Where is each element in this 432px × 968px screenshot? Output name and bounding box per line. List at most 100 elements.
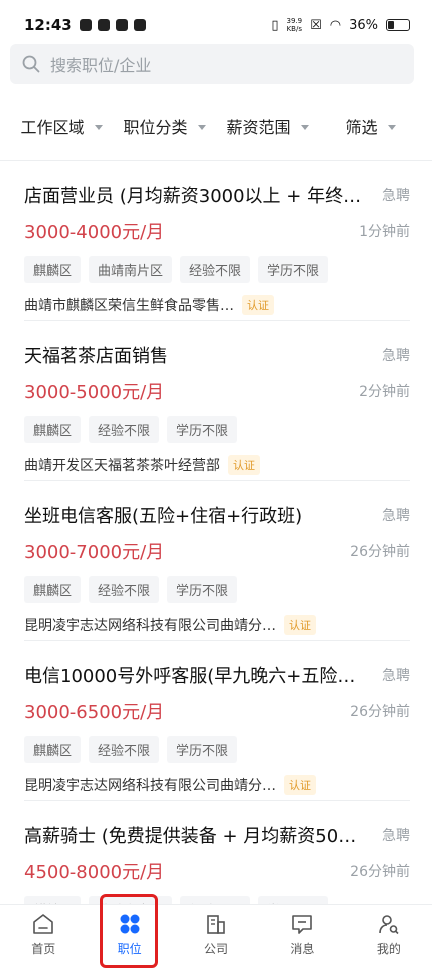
battery-percent: 36% xyxy=(349,17,378,33)
filter-category[interactable]: 职位分类 xyxy=(113,114,216,138)
job-title: 店面营业员 (月均薪资3000以上 + 年终… xyxy=(24,186,362,207)
tag: 学历不限 xyxy=(167,736,238,763)
filter-label: 工作区域 xyxy=(20,118,85,137)
net-speed-unit: KB/s xyxy=(286,25,302,33)
caret-down-icon xyxy=(94,124,103,130)
tab-label: 职位 xyxy=(117,942,142,956)
grid-icon xyxy=(120,914,140,934)
tag: 麒麟区 xyxy=(24,256,82,283)
net-speed: 39.9 KB/s xyxy=(287,17,303,33)
sim-icon: ☒ xyxy=(310,17,322,33)
salary: 3000-5000元/月 xyxy=(24,382,165,403)
caret-down-icon xyxy=(300,124,309,130)
cert-badge: 认证 xyxy=(284,775,316,795)
tag: 麒麟区 xyxy=(24,736,82,763)
mail-icon xyxy=(133,19,146,31)
job-title: 天福茗茶店面销售 xyxy=(24,346,168,367)
post-time: 26分钟前 xyxy=(350,704,410,720)
cert-badge: 认证 xyxy=(284,615,316,635)
urgent-label: 急聘 xyxy=(382,508,410,524)
tab-profile[interactable]: 我的 xyxy=(346,905,432,964)
post-time: 26分钟前 xyxy=(350,544,410,560)
filter-more[interactable]: 筛选 xyxy=(319,114,422,138)
salary: 3000-4000元/月 xyxy=(24,222,165,243)
cert-badge: 认证 xyxy=(242,295,274,315)
caret-down-icon xyxy=(197,124,206,130)
cert-badge: 认证 xyxy=(228,455,260,475)
status-app-icons xyxy=(79,19,146,31)
tab-label: 我的 xyxy=(376,942,401,956)
tag: 经验不限 xyxy=(180,256,251,283)
tab-label: 消息 xyxy=(290,942,315,956)
salary: 4500-8000元/月 xyxy=(24,862,165,883)
tab-jobs[interactable]: 职位 xyxy=(86,905,172,964)
tag: 曲靖南片区 xyxy=(89,256,173,283)
home-icon xyxy=(33,914,54,934)
status-right: ▯ 39.9 KB/s ☒ ◠ 36% xyxy=(271,17,410,33)
tag: 学历不限 xyxy=(258,256,329,283)
salary: 3000-7000元/月 xyxy=(24,542,165,563)
tag: 学历不限 xyxy=(167,576,238,603)
salary: 3000-6500元/月 xyxy=(24,702,165,723)
message-icon xyxy=(292,915,313,934)
tag: 麒麟区 xyxy=(24,576,82,603)
battery-icon xyxy=(386,19,410,31)
tag-list: 麒麟区 曲靖南片区 经验不限 学历不限 xyxy=(24,256,410,283)
job-card[interactable]: 店面营业员 (月均薪资3000以上 + 年终… 急聘 3000-4000元/月 1分… xyxy=(24,161,410,321)
tab-home[interactable]: 首页 xyxy=(0,905,86,964)
company-name: 昆明凌宇志达网络科技有限公司曲靖分… xyxy=(24,618,276,634)
job-card[interactable]: 天福茗茶店面销售 急聘 3000-5000元/月 2分钟前 麒麟区 经验不限 学历不… xyxy=(24,321,410,481)
search-bar: 搜索职位/企业 xyxy=(0,44,432,84)
filter-label: 薪资范围 xyxy=(226,118,291,137)
tag-list: 麒麟区 经验不限 学历不限 xyxy=(24,736,410,763)
filter-salary[interactable]: 薪资范围 xyxy=(216,114,319,138)
urgent-label: 急聘 xyxy=(382,828,410,844)
tag: 麒麟区 xyxy=(24,416,82,443)
tag: 经验不限 xyxy=(89,576,160,603)
tag: 经验不限 xyxy=(89,416,160,443)
net-speed-value: 39.9 xyxy=(286,17,303,25)
urgent-label: 急聘 xyxy=(382,188,410,204)
job-title: 电信10000号外呼客服(早九晚六+五险+… xyxy=(24,666,364,687)
bottom-tab-bar: 首页 职位 公司 消息 我的 xyxy=(0,904,432,964)
app-icon xyxy=(97,19,110,31)
post-time: 1分钟前 xyxy=(359,224,410,240)
caret-down-icon xyxy=(387,124,396,130)
filter-label: 职位分类 xyxy=(123,118,188,137)
job-title: 坐班电信客服(五险+住宿+行政班) xyxy=(24,506,303,527)
crown-icon xyxy=(115,19,128,31)
tab-messages[interactable]: 消息 xyxy=(259,905,345,964)
tab-label: 公司 xyxy=(204,942,229,956)
tag-list: 麒麟区 经验不限 学历不限 xyxy=(24,416,410,443)
post-time: 2分钟前 xyxy=(359,384,410,400)
filter-area[interactable]: 工作区域 xyxy=(10,114,113,138)
company-name: 昆明凌宇志达网络科技有限公司曲靖分… xyxy=(24,778,276,794)
filter-bar: 工作区域 职位分类 薪资范围 筛选 xyxy=(0,94,432,158)
tiktok-icon xyxy=(79,19,92,31)
post-time: 26分钟前 xyxy=(350,864,410,880)
search-placeholder: 搜索职位/企业 xyxy=(50,56,152,75)
filter-label: 筛选 xyxy=(345,118,378,137)
job-card[interactable]: 坐班电信客服(五险+住宿+行政班) 急聘 3000-7000元/月 26分钟前 麒麟… xyxy=(24,481,410,641)
search-icon xyxy=(22,55,40,73)
tab-label: 首页 xyxy=(31,942,56,956)
user-search-icon xyxy=(379,915,399,935)
job-card[interactable]: 电信10000号外呼客服(早九晚六+五险+… 急聘 3000-6500元/月 26分… xyxy=(24,641,410,801)
company-name: 曲靖开发区天福茗茶茶叶经营部 xyxy=(24,458,220,474)
building-icon xyxy=(207,915,225,934)
company-name: 曲靖市麒麟区荣信生鲜食品零售… xyxy=(24,298,234,314)
urgent-label: 急聘 xyxy=(382,348,410,364)
tag-list: 麒麟区 经验不限 学历不限 xyxy=(24,576,410,603)
tab-company[interactable]: 公司 xyxy=(173,905,259,964)
job-title: 高薪骑士 (免费提供装备 + 月均薪资500… xyxy=(24,826,364,847)
wifi-icon: ◠ xyxy=(329,17,342,33)
tag: 学历不限 xyxy=(167,416,238,443)
urgent-label: 急聘 xyxy=(382,668,410,684)
status-time: 12:43 xyxy=(24,16,72,34)
job-list: 店面营业员 (月均薪资3000以上 + 年终… 急聘 3000-4000元/月 1分… xyxy=(0,161,432,961)
tag: 经验不限 xyxy=(89,736,160,763)
vibrate-icon: ▯ xyxy=(271,17,279,33)
search-input[interactable]: 搜索职位/企业 xyxy=(10,44,414,84)
status-bar: 12:43 ▯ 39.9 KB/s ☒ ◠ 36% xyxy=(0,0,432,50)
status-left: 12:43 xyxy=(24,16,146,34)
